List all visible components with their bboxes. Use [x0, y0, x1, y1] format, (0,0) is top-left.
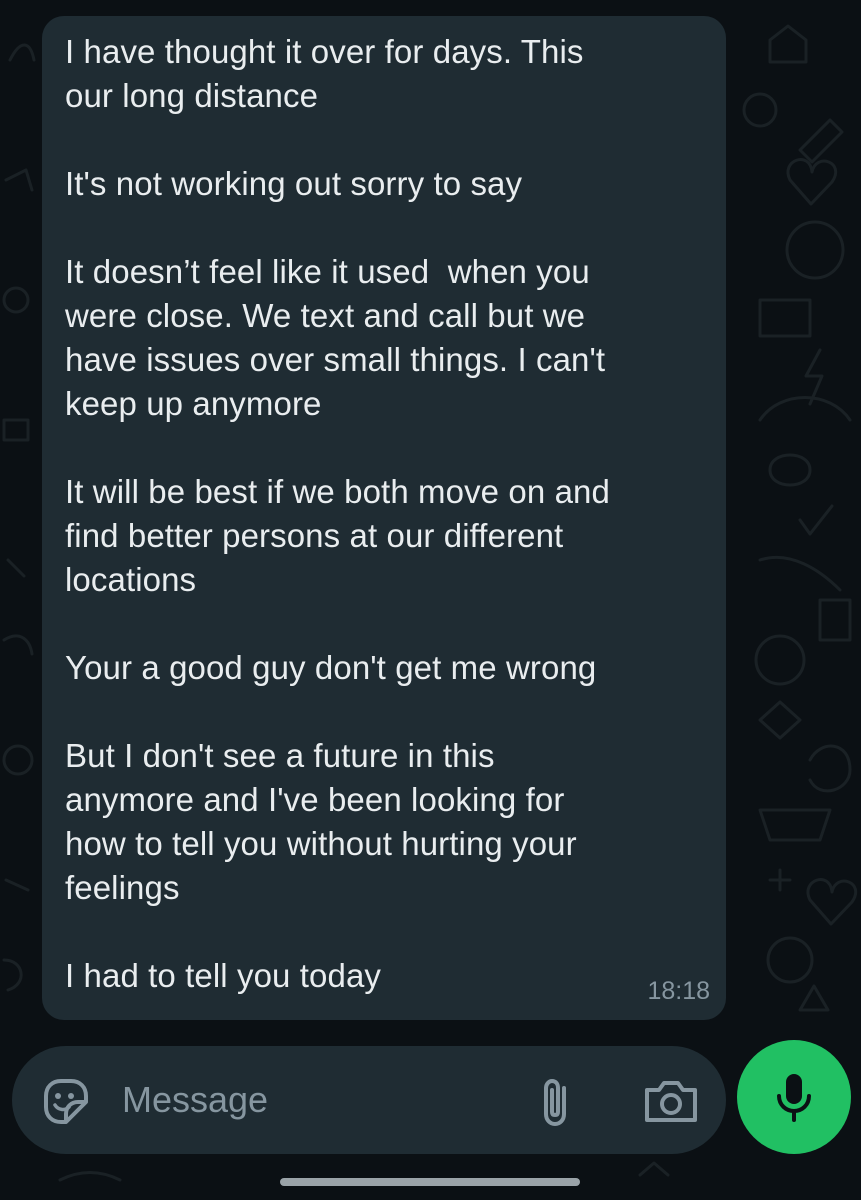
voice-record-button[interactable]	[737, 1040, 851, 1154]
microphone-icon	[777, 1074, 811, 1122]
incoming-message-bubble[interactable]: I have thought it over for days. This ou…	[42, 16, 726, 1020]
message-input[interactable]	[122, 1072, 502, 1128]
sticker-smiley-icon[interactable]	[38, 1074, 92, 1128]
message-timestamp: 18:18	[647, 977, 710, 1005]
message-paragraph: It's not working out sorry to say	[65, 165, 523, 202]
camera-icon[interactable]	[642, 1076, 700, 1126]
message-paragraph: Your a good guy don't get me wrong	[65, 649, 597, 686]
message-paragraph: I have thought it over for days. This ou…	[65, 33, 584, 114]
message-paragraph: I had to tell you today	[65, 957, 382, 994]
message-composer	[12, 1046, 726, 1154]
message-text: I have thought it over for days. This ou…	[65, 30, 705, 998]
message-paragraph: But I don't see a future in this anymore…	[65, 737, 577, 906]
message-paragraph: It will be best if we both move on and f…	[65, 473, 610, 598]
paperclip-icon[interactable]	[534, 1074, 580, 1130]
home-indicator[interactable]	[280, 1178, 580, 1186]
message-paragraph: It doesn’t feel like it used when you we…	[65, 253, 606, 422]
